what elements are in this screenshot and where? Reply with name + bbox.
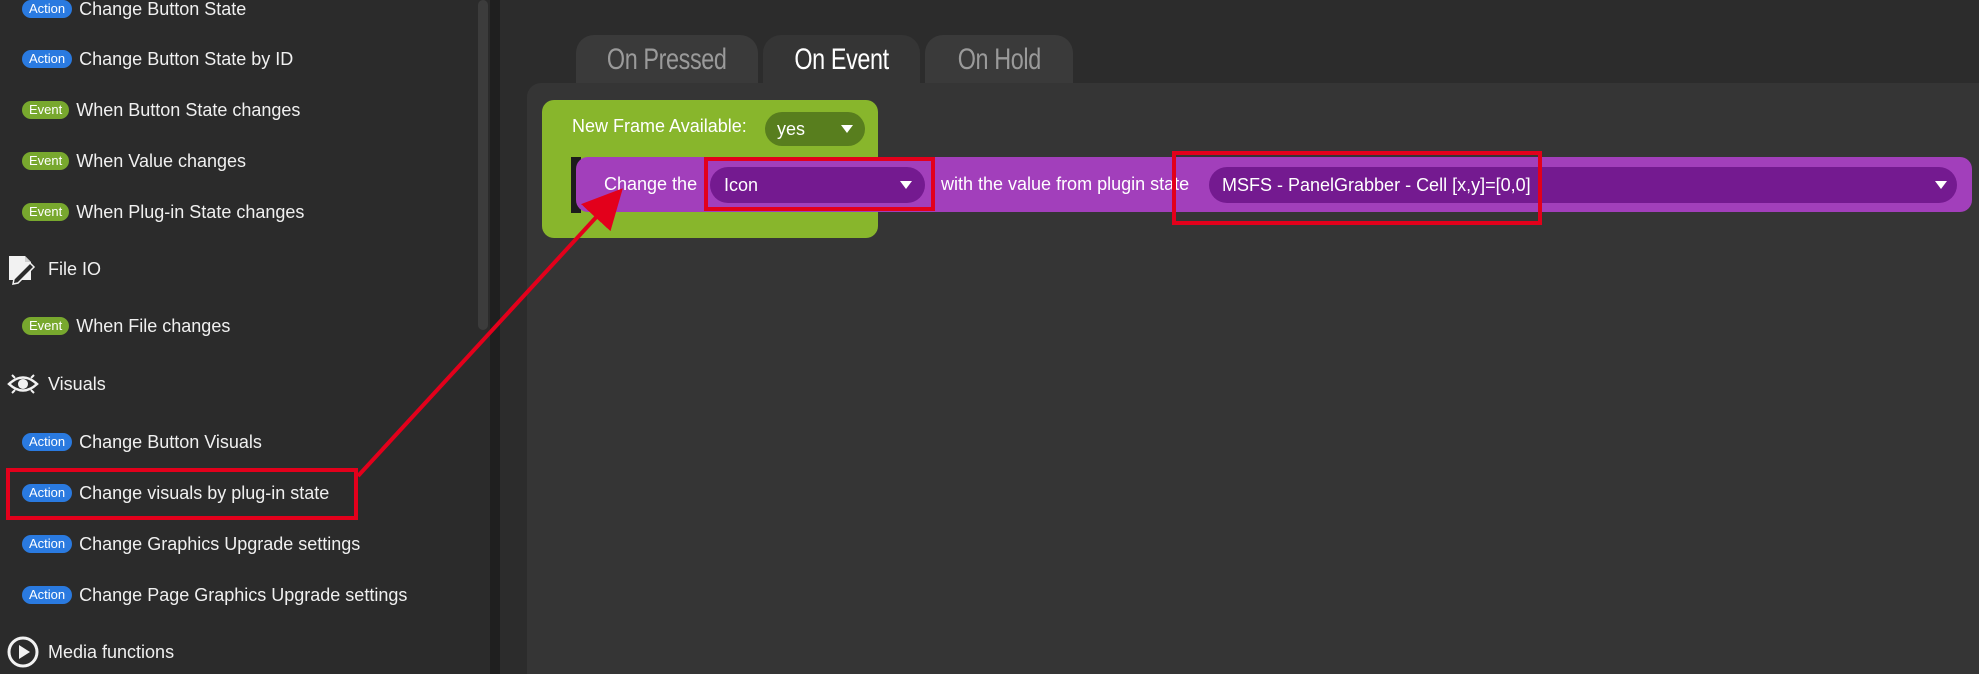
action-block-middle-text: with the value from plugin state	[941, 174, 1190, 194]
sidebar-category-label: Media functions	[48, 641, 175, 662]
chevron-down-icon	[841, 125, 853, 133]
chevron-down-icon	[900, 181, 912, 189]
sidebar-category-label: File IO	[48, 258, 102, 279]
sidebar-item-change-visuals-by-plugin-state[interactable]: Action Change visuals by plug-in state	[22, 478, 329, 508]
sidebar-item-label: When File changes	[76, 315, 231, 336]
sidebar-item-label: Change Page Graphics Upgrade settings	[79, 584, 408, 605]
sidebar-item-label: When Value changes	[76, 150, 247, 171]
sidebar-category-media-functions[interactable]: Media functions	[6, 634, 174, 670]
event-badge: Event	[22, 152, 70, 170]
action-badge: Action	[22, 484, 73, 502]
tab-on-pressed[interactable]: On Pressed	[576, 35, 758, 85]
action-badge: Action	[22, 0, 73, 18]
event-badge: Event	[22, 317, 70, 335]
sidebar-item-change-button-visuals[interactable]: Action Change Button Visuals	[22, 427, 262, 457]
sidebar: Action Change Button State Action Change…	[0, 0, 490, 674]
sidebar-item-when-file-changes[interactable]: Event When File changes	[22, 311, 230, 341]
property-dropdown[interactable]: Icon	[710, 167, 925, 203]
sidebar-category-visuals[interactable]: Visuals	[6, 366, 106, 402]
action-badge: Action	[22, 50, 73, 68]
sidebar-item-label: When Plug-in State changes	[76, 201, 305, 222]
sidebar-category-file-io[interactable]: File IO	[6, 251, 101, 287]
action-badge: Action	[22, 586, 73, 604]
event-badge: Event	[22, 101, 70, 119]
sidebar-item-label: Change Button State by ID	[79, 48, 294, 69]
plugin-state-dropdown[interactable]: MSFS - PanelGrabber - Cell [x,y]=[0,0]	[1209, 167, 1957, 203]
tab-label: On Event	[794, 43, 889, 76]
sidebar-item-when-plugin-state-changes[interactable]: Event When Plug-in State changes	[22, 197, 304, 227]
sidebar-item-label: Change Button State	[79, 0, 247, 19]
sidebar-item-label: When Button State changes	[76, 99, 301, 120]
sidebar-item-change-page-graphics-upgrade-settings[interactable]: Action Change Page Graphics Upgrade sett…	[22, 580, 407, 610]
sidebar-item-label: Change visuals by plug-in state	[79, 482, 330, 503]
sidebar-item-when-value-changes[interactable]: Event When Value changes	[22, 146, 246, 176]
sidebar-category-label: Visuals	[48, 373, 106, 394]
tab-on-hold[interactable]: On Hold	[925, 35, 1073, 85]
chevron-down-icon	[1935, 181, 1947, 189]
panel-divider[interactable]	[490, 0, 500, 674]
tab-label: On Pressed	[607, 43, 727, 76]
dropdown-value: Icon	[724, 175, 759, 195]
play-icon	[6, 635, 40, 669]
sidebar-item-change-button-state-by-id[interactable]: Action Change Button State by ID	[22, 44, 293, 74]
sidebar-item-label: Change Graphics Upgrade settings	[79, 533, 361, 554]
sidebar-item-change-graphics-upgrade-settings[interactable]: Action Change Graphics Upgrade settings	[22, 529, 360, 559]
event-value-dropdown[interactable]: yes	[765, 112, 865, 146]
sidebar-item-when-button-state-changes[interactable]: Event When Button State changes	[22, 95, 300, 125]
event-block-label: New Frame Available:	[572, 116, 747, 136]
sidebar-scrollbar[interactable]	[478, 0, 488, 330]
action-badge: Action	[22, 535, 73, 553]
event-badge: Event	[22, 203, 70, 221]
file-edit-icon	[6, 252, 40, 286]
dropdown-value: yes	[777, 118, 806, 139]
tab-on-event[interactable]: On Event	[763, 35, 920, 85]
tab-label: On Hold	[957, 43, 1041, 76]
eye-icon	[6, 367, 40, 401]
action-block-prefix: Change the	[604, 174, 698, 194]
action-badge: Action	[22, 433, 73, 451]
sidebar-item-change-button-state[interactable]: Action Change Button State	[22, 0, 246, 24]
sidebar-item-label: Change Button Visuals	[79, 431, 262, 452]
dropdown-value: MSFS - PanelGrabber - Cell [x,y]=[0,0]	[1222, 175, 1531, 195]
